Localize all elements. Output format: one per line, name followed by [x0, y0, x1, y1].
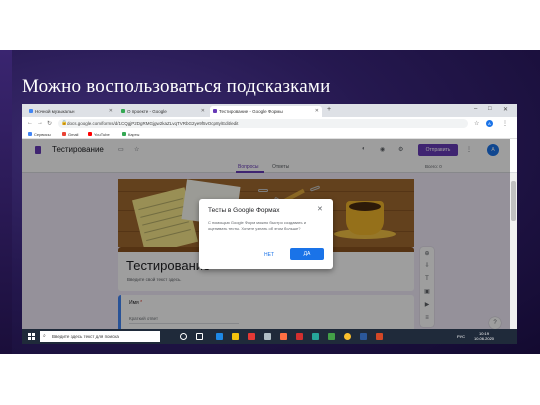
close-tab-icon[interactable]: ✕ — [109, 108, 113, 114]
forward-icon[interactable]: → — [37, 120, 43, 126]
slide: Можно воспользоваться подсказками Ночной… — [0, 0, 540, 405]
browser-tab-label: Тестирование - Google Формы — [219, 109, 283, 114]
url-text: docs.google.com/forms/d/1CQgjP2DgRMGjgw2… — [67, 121, 239, 126]
address-bar-row: ← → ↻ 🔒 docs.google.com/forms/d/1CQgjP2D… — [22, 117, 517, 130]
edge-icon[interactable] — [216, 333, 223, 340]
bookmark-youtube[interactable]: YouTube — [88, 132, 110, 137]
bookmarks-bar: Сервисы Gmail YouTube Карты — [22, 130, 517, 139]
bookmark-label: YouTube — [94, 132, 110, 137]
screenshot: Ночной музыкальн ✕ О проекте - Google ✕ … — [22, 104, 517, 344]
browser-tab-2[interactable]: О проекте - Google ✕ — [118, 106, 208, 117]
browser-tab-3[interactable]: Тестирование - Google Формы ✕ — [210, 106, 322, 117]
reload-icon[interactable]: ↻ — [47, 120, 52, 127]
yes-button[interactable]: ДА — [290, 248, 324, 260]
url-field[interactable]: 🔒 docs.google.com/forms/d/1CQgjP2DgRMGjg… — [58, 119, 468, 128]
clock-date: 10.06.2020 — [474, 336, 495, 341]
slide-side-strip — [0, 50, 12, 354]
gmail-icon — [62, 132, 66, 136]
dialog-title: Тесты в Google Формах — [208, 207, 280, 214]
slide-title: Можно воспользоваться подсказками — [22, 76, 331, 97]
bookmark-label: Gmail — [68, 132, 79, 137]
media-app-icon[interactable] — [280, 333, 287, 340]
browser-tab-label: Ночной музыкальн — [35, 109, 75, 114]
maps-icon — [122, 132, 126, 136]
task-view-icon[interactable] — [196, 333, 203, 340]
bookmark-maps[interactable]: Карты — [122, 132, 139, 137]
powerpoint-icon[interactable] — [376, 333, 383, 340]
menu-dots-icon[interactable]: ⋮ — [502, 120, 508, 127]
tab-favicon-icon — [213, 109, 217, 113]
minimize-icon[interactable]: – — [474, 106, 477, 112]
search-placeholder: Введите здесь текст для поиска — [52, 334, 119, 339]
cortana-icon[interactable] — [180, 333, 187, 340]
profile-avatar[interactable]: A — [486, 120, 493, 127]
browser-tab-label: О проекте - Google — [127, 109, 167, 114]
star-icon[interactable]: ☆ — [474, 120, 479, 127]
new-tab-icon[interactable]: + — [327, 106, 331, 113]
close-icon[interactable]: ✕ — [317, 205, 323, 213]
chrome-icon[interactable] — [344, 333, 351, 340]
bookmark-label: Карты — [128, 132, 140, 137]
browser-tab-bar: Ночной музыкальн ✕ О проекте - Google ✕ … — [22, 104, 517, 117]
page-scrollbar[interactable] — [510, 173, 517, 329]
quiz-dialog: Тесты в Google Формах ✕ С помощью Google… — [199, 199, 333, 269]
bookmark-gmail[interactable]: Gmail — [62, 132, 78, 137]
store-icon[interactable] — [264, 333, 271, 340]
browser-tab-1[interactable]: Ночной музыкальн ✕ — [26, 106, 116, 117]
pdf-app-icon[interactable] — [248, 333, 255, 340]
windows-start-icon[interactable] — [28, 333, 35, 340]
tab-favicon-icon — [29, 109, 33, 113]
taskbar-search-input[interactable]: ⌕ Введите здесь текст для поиска — [40, 331, 160, 342]
tab-favicon-icon — [121, 109, 125, 113]
close-window-icon[interactable]: ✕ — [503, 106, 508, 113]
file-explorer-icon[interactable] — [232, 333, 239, 340]
bookmark-services[interactable]: Сервисы — [28, 132, 51, 137]
search-icon: ⌕ — [43, 333, 46, 339]
apps-icon — [28, 132, 32, 136]
no-button[interactable]: НЕТ — [264, 252, 274, 258]
lock-icon: 🔒 — [61, 120, 68, 126]
language-indicator[interactable]: РУС — [457, 334, 465, 339]
app-icon[interactable] — [312, 333, 319, 340]
windows-taskbar: ⌕ Введите здесь текст для поиска РУС 10:… — [22, 329, 517, 344]
office-app-icon[interactable] — [296, 333, 303, 340]
back-icon[interactable]: ← — [27, 120, 33, 126]
close-tab-icon[interactable]: ✕ — [201, 108, 205, 114]
maximize-icon[interactable]: □ — [488, 106, 492, 112]
youtube-icon — [88, 132, 92, 136]
app-icon[interactable] — [328, 333, 335, 340]
scrollbar-thumb[interactable] — [511, 181, 516, 221]
close-tab-icon[interactable]: ✕ — [315, 108, 319, 114]
dialog-text: С помощью Google Форм можно быстро созда… — [208, 220, 306, 231]
word-icon[interactable] — [360, 333, 367, 340]
clock[interactable]: 10:19 10.06.2020 — [474, 331, 494, 341]
bookmark-label: Сервисы — [34, 132, 51, 137]
